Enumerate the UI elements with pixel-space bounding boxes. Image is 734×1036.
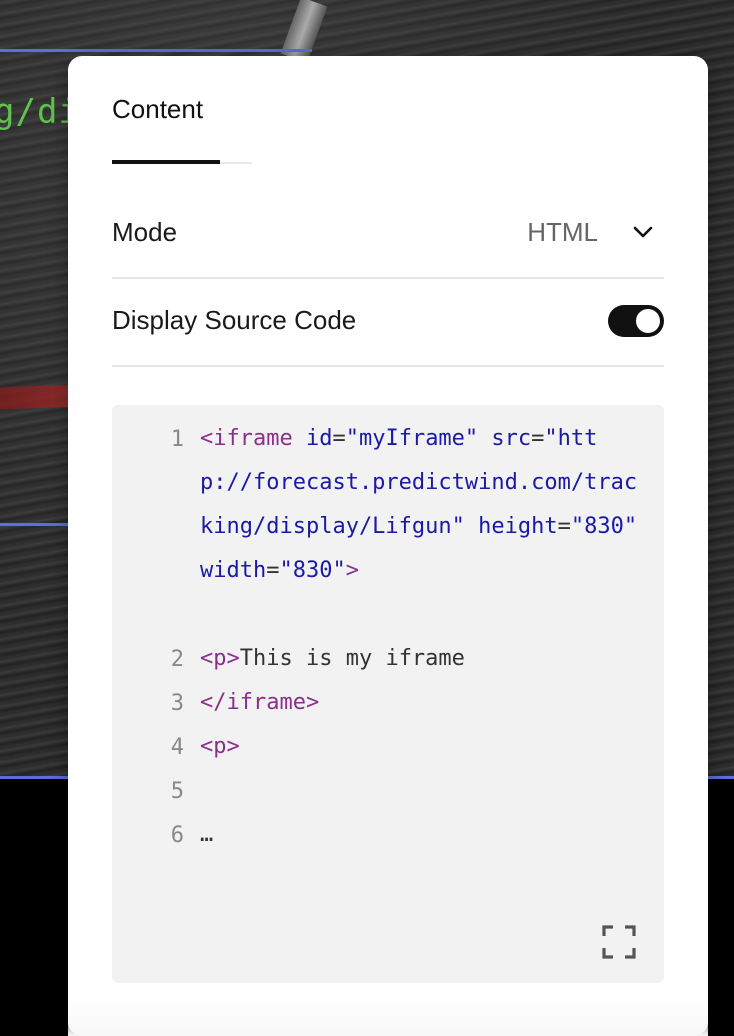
code-string: "myIframe" (345, 426, 479, 451)
tab-active-indicator (112, 160, 220, 164)
code-tag: <iframe (200, 426, 293, 451)
code-attr: height (478, 514, 558, 539)
code-string: "830" (279, 558, 346, 583)
code-line-text: <p>This is my iframe (200, 637, 640, 681)
code-line: 6 … (112, 813, 664, 857)
code-string: "830" (570, 514, 638, 539)
code-attr: width (200, 558, 267, 583)
code-tag: <p> (200, 646, 240, 671)
code-line-text: <p> (200, 725, 640, 769)
panel-bottom-fade (68, 996, 708, 1036)
mode-label: Mode (112, 217, 178, 247)
code-attr: id (305, 426, 333, 451)
line-number: 2 (170, 647, 184, 672)
code-tag: </iframe> (200, 690, 320, 715)
fullscreen-expand-icon[interactable] (602, 925, 636, 959)
code-line: 1 <iframe id="myIframe" src="http://fore… (112, 417, 664, 637)
code-line-text: <iframe id="myIframe" src="http://foreca… (200, 426, 638, 583)
chevron-down-icon[interactable] (632, 221, 654, 243)
line-number: 3 (170, 691, 184, 716)
code-ellipsis: … (200, 822, 214, 847)
toggle-knob (636, 309, 660, 333)
code-line: 4 <p> (112, 725, 664, 769)
selection-outline-middle (0, 523, 70, 526)
display-source-label: Display Source Code (112, 305, 357, 335)
code-block-settings-panel: Content Mode HTML Display Source Code 1 … (68, 56, 708, 1036)
code-line: 3 </iframe> (112, 681, 664, 725)
mode-row[interactable]: Mode HTML (112, 189, 664, 279)
code-text-node: This is my iframe (239, 646, 465, 671)
line-number: 5 (170, 779, 184, 804)
selection-outline-bottom-left (0, 776, 70, 779)
code-line: 2 <p>This is my iframe (112, 637, 664, 681)
line-number: 1 (170, 427, 184, 452)
tab-content[interactable]: Content (112, 94, 203, 125)
code-editor[interactable]: 1 <iframe id="myIframe" src="http://fore… (112, 405, 664, 983)
selection-outline-bottom-right (708, 776, 734, 779)
display-source-toggle[interactable] (608, 305, 664, 337)
code-line-text: </iframe> (200, 681, 640, 725)
code-tag: <p> (200, 734, 240, 759)
display-source-row: Display Source Code (112, 277, 664, 367)
code-line-text: … (200, 813, 640, 857)
selection-outline-top (0, 49, 312, 52)
line-number: 6 (170, 823, 184, 848)
code-line: 5 (112, 769, 664, 813)
code-attr: src (491, 426, 532, 451)
code-tag: > (345, 558, 359, 583)
line-number: 4 (170, 735, 184, 760)
mode-select-value[interactable]: HTML (527, 217, 598, 248)
